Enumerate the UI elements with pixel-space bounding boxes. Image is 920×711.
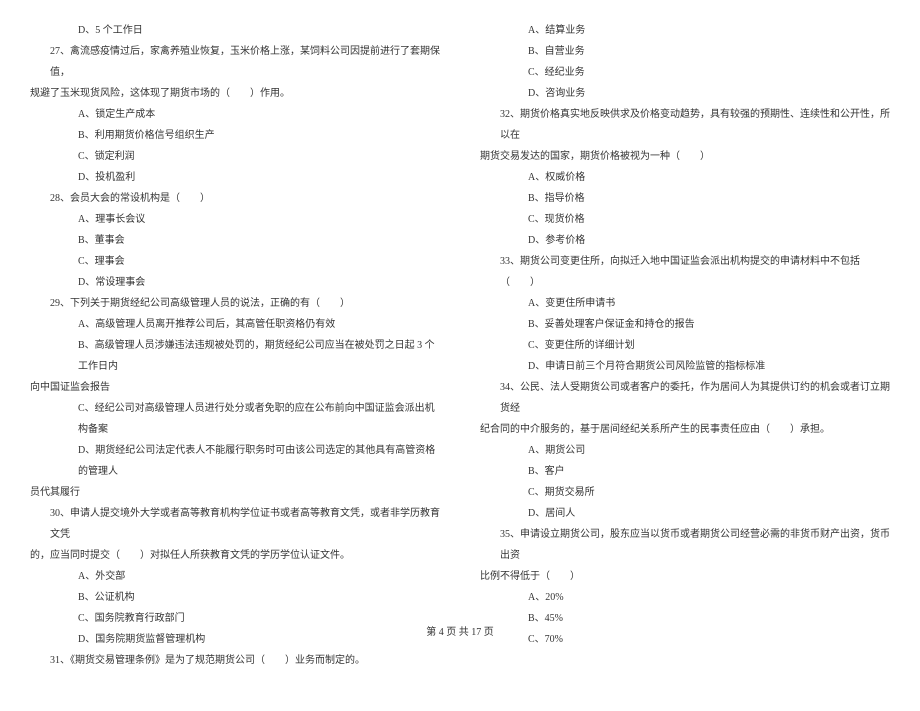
text-line: D、申请日前三个月符合期货公司风险监管的指标标准 xyxy=(480,356,890,377)
text-line: B、客户 xyxy=(480,461,890,482)
exam-page: D、5 个工作日27、禽流感疫情过后，家禽养殖业恢复，玉米价格上涨，某饲料公司因… xyxy=(0,0,920,711)
text-line: B、妥善处理客户保证金和持仓的报告 xyxy=(480,314,890,335)
text-line: 28、会员大会的常设机构是（ ） xyxy=(30,188,440,209)
text-line: D、投机盈利 xyxy=(30,167,440,188)
text-line: A、20% xyxy=(480,587,890,608)
text-line: 31、《期货交易管理条例》是为了规范期货公司（ ）业务而制定的。 xyxy=(30,650,440,671)
text-line: 34、公民、法人受期货公司或者客户的委托，作为居间人为其提供订约的机会或者订立期… xyxy=(480,377,890,419)
text-line: D、咨询业务 xyxy=(480,83,890,104)
text-line: C、变更住所的详细计划 xyxy=(480,335,890,356)
text-line: C、经纪公司对高级管理人员进行处分或者免职的应在公布前向中国证监会派出机构备案 xyxy=(30,398,440,440)
text-line: A、锁定生产成本 xyxy=(30,104,440,125)
text-line: C、锁定利润 xyxy=(30,146,440,167)
text-line: 33、期货公司变更住所，向拟迁入地中国证监会派出机构提交的申请材料中不包括（ ） xyxy=(480,251,890,293)
text-line: C、理事会 xyxy=(30,251,440,272)
text-line: A、结算业务 xyxy=(480,20,890,41)
text-line: 27、禽流感疫情过后，家禽养殖业恢复，玉米价格上涨，某饲料公司因提前进行了套期保… xyxy=(30,41,440,83)
left-column: D、5 个工作日27、禽流感疫情过后，家禽养殖业恢复，玉米价格上涨，某饲料公司因… xyxy=(30,20,440,671)
text-line: D、5 个工作日 xyxy=(30,20,440,41)
text-line: 32、期货价格真实地反映供求及价格变动趋势，具有较强的预期性、连续性和公开性，所… xyxy=(480,104,890,146)
text-line: A、变更住所申请书 xyxy=(480,293,890,314)
text-line: D、常设理事会 xyxy=(30,272,440,293)
text-line: 29、下列关于期货经纪公司高级管理人员的说法，正确的有（ ） xyxy=(30,293,440,314)
text-line: C、经纪业务 xyxy=(480,62,890,83)
text-line: B、董事会 xyxy=(30,230,440,251)
text-line: 比例不得低于（ ） xyxy=(480,566,890,587)
text-line: A、期货公司 xyxy=(480,440,890,461)
text-line: C、期货交易所 xyxy=(480,482,890,503)
text-line: C、现货价格 xyxy=(480,209,890,230)
text-line: B、自营业务 xyxy=(480,41,890,62)
text-line: D、参考价格 xyxy=(480,230,890,251)
text-line: 30、申请人提交境外大学或者高等教育机构学位证书或者高等教育文凭，或者非学历教育… xyxy=(30,503,440,545)
text-line: A、高级管理人员离开推荐公司后，其高管任职资格仍有效 xyxy=(30,314,440,335)
text-line: 期货交易发达的国家，期货价格被视为一种（ ） xyxy=(480,146,890,167)
text-line: B、高级管理人员涉嫌违法违规被处罚的，期货经纪公司应当在被处罚之日起 3 个工作… xyxy=(30,335,440,377)
text-line: D、期货经纪公司法定代表人不能履行职务时可由该公司选定的其他具有高管资格的管理人 xyxy=(30,440,440,482)
text-line: 的，应当同时提交（ ）对拟任人所获教育文凭的学历学位认证文件。 xyxy=(30,545,440,566)
text-line: A、外交部 xyxy=(30,566,440,587)
text-line: A、理事长会议 xyxy=(30,209,440,230)
text-line: D、居间人 xyxy=(480,503,890,524)
text-line: 规避了玉米现货风险，这体现了期货市场的（ ）作用。 xyxy=(30,83,440,104)
text-line: 35、申请设立期货公司，股东应当以货币或者期货公司经营必需的非货币财产出资，货币… xyxy=(480,524,890,566)
text-line: 员代其履行 xyxy=(30,482,440,503)
right-column: A、结算业务B、自营业务C、经纪业务D、咨询业务32、期货价格真实地反映供求及价… xyxy=(480,20,890,671)
text-line: A、权威价格 xyxy=(480,167,890,188)
text-line: 向中国证监会报告 xyxy=(30,377,440,398)
text-line: B、公证机构 xyxy=(30,587,440,608)
text-line: 纪合同的中介服务的，基于居间经纪关系所产生的民事责任应由（ ）承担。 xyxy=(480,419,890,440)
page-footer: 第 4 页 共 17 页 xyxy=(0,623,920,638)
text-line: B、指导价格 xyxy=(480,188,890,209)
text-line: B、利用期货价格信号组织生产 xyxy=(30,125,440,146)
